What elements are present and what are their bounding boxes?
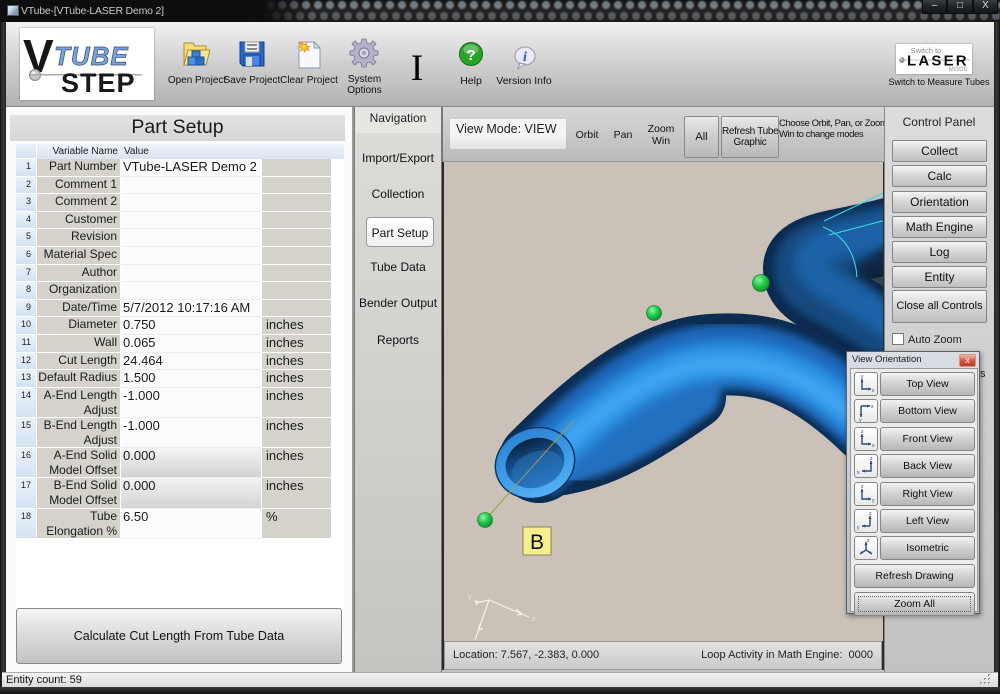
svg-text:z: z <box>861 429 864 435</box>
svg-text:y: y <box>857 525 860 531</box>
svg-text:x: x <box>872 443 875 449</box>
svg-text:z: z <box>869 511 872 517</box>
svg-text:y: y <box>861 374 864 380</box>
svg-text:z: z <box>532 616 536 623</box>
svg-text:z: z <box>867 538 870 544</box>
svg-text:y: y <box>872 498 875 504</box>
svg-text:z: z <box>861 484 864 490</box>
svg-text:x: x <box>872 388 875 394</box>
svg-text:i: i <box>523 50 527 65</box>
svg-text:STEP: STEP <box>61 68 136 98</box>
svg-text:y: y <box>468 594 472 601</box>
svg-text:TUBE: TUBE <box>54 41 129 71</box>
svg-text:x: x <box>871 404 874 410</box>
svg-text:y: y <box>859 418 862 422</box>
svg-text:?: ? <box>466 47 475 64</box>
svg-text:z: z <box>870 456 873 462</box>
svg-text:MODE: MODE <box>949 66 969 73</box>
svg-text:x: x <box>857 470 860 476</box>
svg-text:B: B <box>530 531 544 554</box>
